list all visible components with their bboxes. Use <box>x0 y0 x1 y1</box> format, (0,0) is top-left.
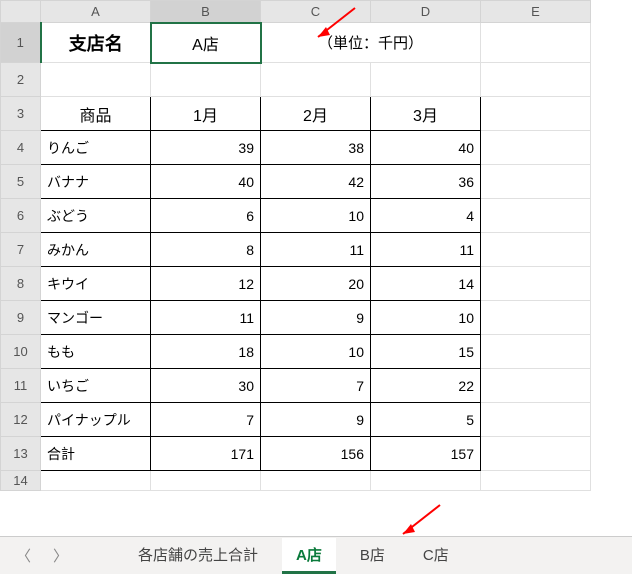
table-row[interactable]: ぶどう <box>41 199 151 233</box>
sheet-tab-bar: 〈 〉 各店舗の売上合計 A店 B店 C店 <box>0 536 632 574</box>
cell-E3[interactable] <box>481 97 591 131</box>
row-header-7[interactable]: 7 <box>1 233 41 267</box>
table-row[interactable]: 14 <box>371 267 481 301</box>
table-row[interactable]: 18 <box>151 335 261 369</box>
th-month3[interactable]: 3月 <box>371 97 481 131</box>
table-row[interactable]: 15 <box>371 335 481 369</box>
row-header-8[interactable]: 8 <box>1 267 41 301</box>
spreadsheet-grid[interactable]: A B C D E 1 支店名 A店 （単位：千円） 2 3 商品 1月 2月 … <box>0 0 591 491</box>
table-row[interactable]: りんご <box>41 131 151 165</box>
table-row[interactable]: 10 <box>261 335 371 369</box>
branch-value-cell[interactable]: A店 <box>151 23 261 63</box>
table-row[interactable]: 38 <box>261 131 371 165</box>
row-header-6[interactable]: 6 <box>1 199 41 233</box>
table-row[interactable]: 20 <box>261 267 371 301</box>
table-row[interactable]: 7 <box>151 403 261 437</box>
row-header-9[interactable]: 9 <box>1 301 41 335</box>
row-header-12[interactable]: 12 <box>1 403 41 437</box>
table-row[interactable]: バナナ <box>41 165 151 199</box>
table-row[interactable]: 22 <box>371 369 481 403</box>
th-product[interactable]: 商品 <box>41 97 151 131</box>
cell-E2[interactable] <box>481 63 591 97</box>
table-row[interactable]: 12 <box>151 267 261 301</box>
table-row[interactable]: 8 <box>151 233 261 267</box>
col-header-D[interactable]: D <box>371 1 481 23</box>
col-header-C[interactable]: C <box>261 1 371 23</box>
units-cell[interactable]: （単位：千円） <box>261 23 481 63</box>
col-header-B[interactable]: B <box>151 1 261 23</box>
row-header-13[interactable]: 13 <box>1 437 41 471</box>
tab-nav-next[interactable]: 〉 <box>47 545 74 566</box>
cell-A2[interactable] <box>41 63 151 97</box>
select-all-corner[interactable] <box>1 1 41 23</box>
col-header-A[interactable]: A <box>41 1 151 23</box>
table-row[interactable]: 11 <box>261 233 371 267</box>
th-month2[interactable]: 2月 <box>261 97 371 131</box>
tab-nav-prev[interactable]: 〈 <box>10 545 37 566</box>
table-row[interactable]: 5 <box>371 403 481 437</box>
table-row[interactable]: 7 <box>261 369 371 403</box>
total-row[interactable]: 156 <box>261 437 371 471</box>
sheet-tab[interactable]: B店 <box>346 538 399 574</box>
cell-E1[interactable] <box>481 23 591 63</box>
table-row[interactable]: 30 <box>151 369 261 403</box>
row-header-4[interactable]: 4 <box>1 131 41 165</box>
cell-B2[interactable] <box>151 63 261 97</box>
table-row[interactable]: 10 <box>371 301 481 335</box>
row-header-14[interactable]: 14 <box>1 471 41 491</box>
sheet-tab[interactable]: 各店舗の売上合計 <box>124 538 272 574</box>
branch-label-cell[interactable]: 支店名 <box>41 23 151 63</box>
row-header-2[interactable]: 2 <box>1 63 41 97</box>
table-row[interactable]: 10 <box>261 199 371 233</box>
row-header-11[interactable]: 11 <box>1 369 41 403</box>
table-row[interactable]: 9 <box>261 301 371 335</box>
table-row[interactable]: もも <box>41 335 151 369</box>
table-row[interactable]: みかん <box>41 233 151 267</box>
table-row[interactable]: 6 <box>151 199 261 233</box>
cell-D2[interactable] <box>371 63 481 97</box>
col-header-E[interactable]: E <box>481 1 591 23</box>
sheet-tab[interactable]: A店 <box>282 538 336 574</box>
table-row[interactable]: 36 <box>371 165 481 199</box>
total-row[interactable]: 157 <box>371 437 481 471</box>
table-row[interactable]: パイナップル <box>41 403 151 437</box>
row-header-1[interactable]: 1 <box>1 23 41 63</box>
total-row-label[interactable]: 合計 <box>41 437 151 471</box>
table-row[interactable]: 4 <box>371 199 481 233</box>
cell-C2[interactable] <box>261 63 371 97</box>
table-row[interactable]: いちご <box>41 369 151 403</box>
row-header-3[interactable]: 3 <box>1 97 41 131</box>
table-row[interactable]: 40 <box>371 131 481 165</box>
table-row[interactable]: キウイ <box>41 267 151 301</box>
table-row[interactable]: 40 <box>151 165 261 199</box>
table-row[interactable]: 11 <box>371 233 481 267</box>
total-row[interactable]: 171 <box>151 437 261 471</box>
row-header-5[interactable]: 5 <box>1 165 41 199</box>
table-row[interactable]: マンゴー <box>41 301 151 335</box>
th-month1[interactable]: 1月 <box>151 97 261 131</box>
table-row[interactable]: 11 <box>151 301 261 335</box>
sheet-tab[interactable]: C店 <box>409 538 463 574</box>
table-row[interactable]: 42 <box>261 165 371 199</box>
row-header-10[interactable]: 10 <box>1 335 41 369</box>
table-row[interactable]: 9 <box>261 403 371 437</box>
table-row[interactable]: 39 <box>151 131 261 165</box>
